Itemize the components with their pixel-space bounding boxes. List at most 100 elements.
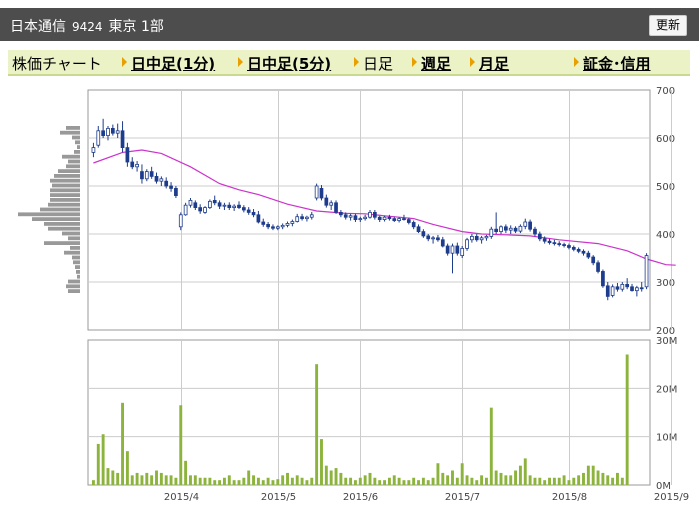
volume-profile-bar (76, 270, 80, 274)
volume-profile-bar (72, 135, 80, 140)
volume-bar (451, 470, 454, 485)
candle-body (130, 161, 135, 168)
volume-bar (378, 480, 382, 485)
month-label: 2015/4 (164, 492, 199, 503)
volume-bar (164, 475, 168, 485)
volume-bar (247, 470, 251, 485)
candle-body (542, 238, 547, 242)
volume-bar (591, 465, 595, 485)
candle-body (601, 271, 605, 287)
volume-bar (606, 475, 610, 485)
candle-body (474, 235, 479, 241)
volume-profile-bar (75, 140, 80, 145)
candle-body (513, 227, 518, 232)
candle-body (271, 226, 275, 229)
candle-body (217, 202, 222, 207)
volume-bar (373, 477, 377, 485)
volume-profile-bar (60, 130, 80, 135)
volume-profile-bar (48, 226, 80, 231)
candle-body (406, 219, 411, 223)
volume-profile-bar (66, 164, 80, 169)
volume-bar (353, 480, 357, 485)
candle-body (639, 287, 644, 290)
candle-body (610, 286, 615, 296)
candle-body (470, 235, 474, 241)
candle-body (339, 211, 343, 216)
volume-bar (145, 472, 149, 485)
candle-body (203, 207, 207, 213)
candle-body (314, 185, 319, 199)
volume-bar (305, 480, 309, 485)
volume-profile-bar (48, 202, 80, 207)
candle-body (256, 214, 261, 223)
candle-body (372, 211, 377, 218)
candle-body (96, 130, 101, 146)
volume-bar (261, 480, 265, 485)
candle-body (115, 130, 120, 134)
volume-bar (91, 480, 95, 485)
volume-bar (320, 439, 323, 485)
volume-profile-bar (44, 241, 80, 245)
month-label: 2015/6 (343, 492, 378, 503)
volume-bar (557, 477, 561, 485)
volume-bar (567, 480, 571, 485)
price-tick-label: 500 (656, 182, 675, 193)
candle-body (183, 204, 188, 216)
volume-bar (150, 475, 154, 485)
candle-body (222, 204, 227, 207)
candle-body (212, 199, 217, 204)
volume-profile-bar (32, 217, 80, 221)
candle-body (382, 216, 387, 220)
volume-bar (106, 468, 110, 485)
volume-profile-bar (50, 188, 80, 193)
candle-body (591, 256, 596, 264)
candle-body (426, 235, 431, 240)
candle-body (188, 199, 193, 206)
candle-body (465, 239, 469, 249)
volume-bar (329, 470, 333, 485)
month-label: 2015/8 (552, 492, 587, 503)
candle-body (101, 130, 105, 137)
volume-bar (101, 434, 105, 485)
volume-profile-bar (70, 246, 80, 250)
volume-tick-label: 10M (656, 433, 677, 444)
volume-bar (431, 477, 435, 485)
candle-body (571, 247, 576, 250)
price-tick-label: 600 (656, 134, 675, 145)
candle-body (528, 221, 532, 230)
candle-body (625, 283, 630, 288)
volume-bar (198, 477, 202, 485)
candle-body (334, 202, 338, 213)
volume-bar (601, 472, 605, 485)
candle-body (581, 250, 586, 254)
volume-profile-bar (77, 145, 80, 149)
volume-bar (358, 477, 362, 485)
volume-bar (363, 475, 367, 485)
volume-bar (528, 475, 532, 485)
volume-bar (125, 451, 129, 485)
volume-bar (208, 477, 212, 485)
volume-bar (441, 472, 445, 485)
candle-body (343, 214, 348, 218)
volume-bar (203, 477, 207, 485)
volume-bar (582, 472, 585, 485)
volume-tick-label: 0M (656, 481, 671, 492)
candle-body (149, 171, 154, 177)
volume-bar (266, 477, 270, 485)
candle-body (140, 171, 144, 180)
candle-body (353, 215, 358, 220)
volume-bar (470, 477, 474, 485)
candle-body (537, 233, 542, 240)
candle-body (237, 204, 241, 208)
price-panel (87, 89, 651, 331)
volume-bar (412, 477, 416, 485)
candle-body (125, 147, 130, 163)
candle-body (460, 247, 465, 256)
volume-bar (349, 477, 353, 485)
volume-bar (397, 477, 401, 485)
candle-body (387, 216, 392, 220)
candle-body (363, 216, 368, 220)
price-tick-label: 700 (656, 86, 675, 97)
candle-body (644, 255, 649, 288)
candle-body (504, 226, 508, 231)
